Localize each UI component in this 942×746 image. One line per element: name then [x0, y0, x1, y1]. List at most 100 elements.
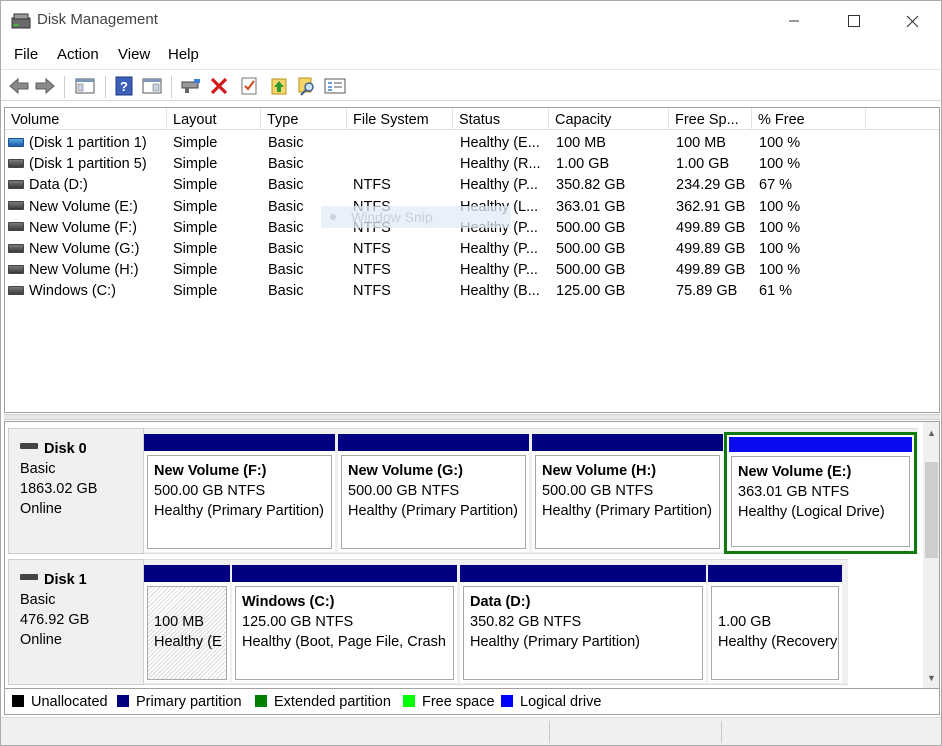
column-header-free-space[interactable]: Free Sp... — [669, 108, 752, 130]
partition-f[interactable]: New Volume (F:) 500.00 GB NTFS Healthy (… — [144, 434, 335, 552]
menu-action[interactable]: Action — [57, 46, 99, 63]
volume-drive-icon — [8, 180, 24, 190]
partition-status: Healthy (Boot, Page File, Crash — [242, 634, 446, 650]
volume-cell-volume: Data (D:) — [8, 175, 166, 196]
minimize-button[interactable] — [771, 1, 817, 41]
volume-cell-volume: New Volume (H:) — [8, 260, 166, 281]
volume-cell-pct: 100 % — [759, 156, 801, 173]
volume-cell-layout: Simple — [173, 219, 218, 236]
disk-0-label[interactable]: Disk 0 Basic 1863.02 GB Online — [8, 428, 144, 554]
primary-partition-bar — [460, 565, 706, 582]
volume-row[interactable]: New Volume (G:) Simple Basic NTFS Healthy (P… — [5, 239, 939, 260]
delete-button[interactable] — [207, 74, 231, 98]
volume-cell-layout: Simple — [173, 177, 218, 194]
column-header-file-system[interactable]: File System — [347, 108, 453, 130]
legend-swatch — [255, 695, 267, 708]
console-tree-icon — [75, 78, 95, 94]
partition-name: New Volume (E:) — [738, 464, 852, 480]
partition-recovery[interactable]: 1.00 GB Healthy (Recovery — [708, 565, 842, 683]
snip-dot-icon — [330, 214, 336, 220]
volume-cell-pct: 100 % — [759, 219, 801, 236]
back-button[interactable] — [7, 74, 31, 98]
partition-g[interactable]: New Volume (G:) 500.00 GB NTFS Healthy (… — [338, 434, 529, 552]
legend-swatch — [117, 695, 129, 708]
disk-0-state: Online — [20, 501, 62, 517]
volume-drive-icon — [8, 222, 24, 232]
settings-list-button[interactable] — [323, 74, 347, 98]
volume-row[interactable]: (Disk 1 partition 5) Simple Basic Healthy (… — [5, 154, 939, 175]
column-header-percent-free[interactable]: % Free — [752, 108, 866, 130]
column-header-volume[interactable]: Volume — [5, 108, 167, 130]
volume-drive-icon — [8, 137, 24, 147]
volume-cell-pct: 100 % — [759, 262, 801, 279]
help-button[interactable]: ? — [112, 74, 136, 98]
volume-cell-pct: 100 % — [759, 135, 801, 151]
disk-1-label[interactable]: Disk 1 Basic 476.92 GB Online — [8, 559, 144, 685]
volume-cell-status: Healthy (E... — [460, 135, 540, 151]
volume-cell-free: 234.29 GB — [676, 177, 746, 194]
volume-cell-volume: (Disk 1 partition 1) — [8, 133, 166, 154]
scroll-up-button[interactable]: ▲ — [923, 424, 939, 441]
window-snip-overlay: Window Snip — [321, 206, 511, 228]
volume-cell-pct: 67 % — [759, 177, 793, 194]
window-title: Disk Management — [37, 11, 158, 28]
disk-1-name: Disk 1 — [44, 572, 87, 588]
connect-button[interactable] — [179, 74, 203, 98]
forward-arrow-icon — [35, 77, 55, 95]
properties-button[interactable] — [140, 74, 164, 98]
partition-name: New Volume (H:) — [542, 463, 657, 479]
primary-partition-bar — [232, 565, 457, 582]
search-button[interactable] — [295, 74, 319, 98]
volume-cell-type: Basic — [268, 135, 304, 151]
volume-list-header: Volume Layout Type File System Status Ca… — [5, 108, 939, 130]
scrollbar-thumb[interactable] — [925, 462, 938, 558]
toolbar: ? — [1, 69, 941, 101]
column-header-capacity[interactable]: Capacity — [549, 108, 669, 130]
console-tree-button[interactable] — [73, 74, 97, 98]
checklist-button[interactable] — [237, 74, 261, 98]
help-icon: ? — [115, 76, 133, 96]
volume-row[interactable]: New Volume (H:) Simple Basic NTFS Healthy (P… — [5, 260, 939, 281]
disk-graphical-view: Disk 0 Basic 1863.02 GB Online New Volum… — [4, 421, 940, 689]
disk-view-scrollbar[interactable]: ▲ ▼ — [923, 422, 939, 688]
menu-file[interactable]: File — [14, 46, 38, 63]
svg-text:?: ? — [120, 79, 128, 94]
menu-bar: File Action View Help — [1, 41, 941, 67]
partition-name: New Volume (F:) — [154, 463, 267, 479]
volume-cell-fs: NTFS — [353, 177, 391, 194]
volume-cell-pct: 100 % — [759, 198, 801, 215]
column-header-type[interactable]: Type — [261, 108, 347, 130]
maximize-button[interactable] — [831, 1, 877, 41]
partition-c[interactable]: Windows (C:) 125.00 GB NTFS Healthy (Boo… — [232, 565, 457, 683]
legend-swatch — [403, 695, 415, 708]
close-button[interactable] — [889, 1, 935, 41]
volume-row[interactable]: (Disk 1 partition 1) Simple Basic Healthy (… — [5, 133, 939, 154]
menu-view[interactable]: View — [118, 46, 150, 63]
partition-e[interactable]: New Volume (E:) 363.01 GB NTFS Healthy (… — [724, 432, 917, 554]
column-header-status[interactable]: Status — [453, 108, 549, 130]
partition-disk1-efi[interactable]: 100 MB Healthy (E — [144, 565, 230, 683]
volume-drive-icon — [8, 264, 24, 274]
partition-d[interactable]: Data (D:) 350.82 GB NTFS Healthy (Primar… — [460, 565, 706, 683]
chevron-up-icon: ▲ — [927, 427, 936, 438]
menu-help[interactable]: Help — [168, 46, 199, 63]
disk-1-size: 476.92 GB — [20, 612, 90, 628]
scroll-down-button[interactable]: ▼ — [923, 669, 939, 686]
volume-cell-capacity: 125.00 GB — [556, 283, 626, 300]
primary-partition-bar — [144, 434, 335, 451]
column-header-layout[interactable]: Layout — [167, 108, 261, 130]
volume-cell-free: 499.89 GB — [676, 219, 746, 236]
volume-row[interactable]: Data (D:) Simple Basic NTFS Healthy (P... 350… — [5, 175, 939, 196]
upload-button[interactable] — [267, 74, 291, 98]
forward-button[interactable] — [33, 74, 57, 98]
legend: Unallocated Primary partition Extended p… — [4, 689, 940, 715]
partition-status: Healthy (Primary Partition) — [348, 503, 519, 519]
disk-0-type: Basic — [20, 461, 56, 477]
snip-label: Window Snip — [351, 209, 433, 225]
pane-splitter[interactable] — [4, 414, 940, 420]
volume-cell-status: Healthy (R... — [460, 156, 541, 173]
partition-name: New Volume (G:) — [348, 463, 463, 479]
volume-row[interactable]: Windows (C:) Simple Basic NTFS Healthy (B...… — [5, 281, 939, 302]
volume-drive-icon — [8, 158, 24, 168]
partition-h[interactable]: New Volume (H:) 500.00 GB NTFS Healthy (… — [532, 434, 723, 552]
